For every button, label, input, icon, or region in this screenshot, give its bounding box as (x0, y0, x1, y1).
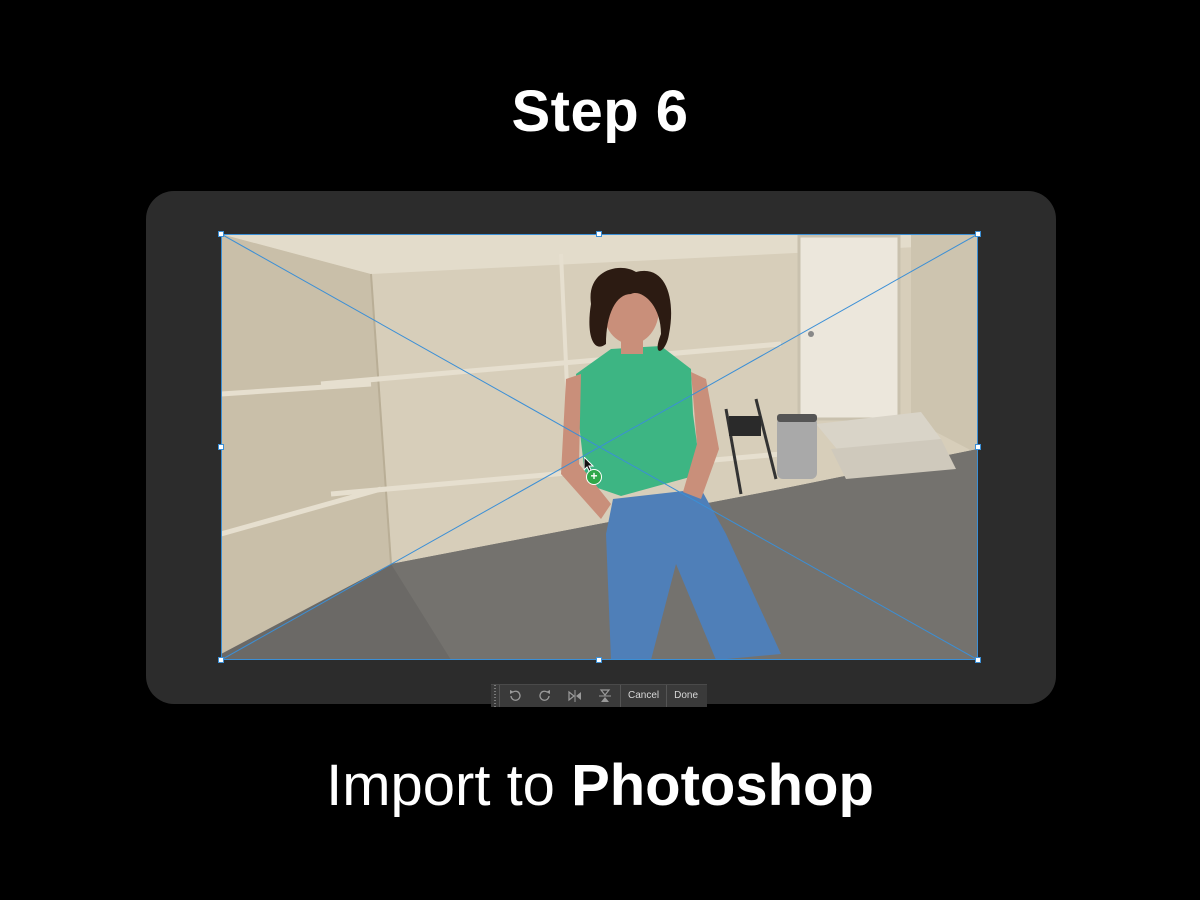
drag-grip-icon[interactable] (491, 685, 500, 707)
undo-icon[interactable] (500, 685, 530, 707)
placed-photo[interactable] (221, 234, 978, 660)
caption-emphasis: Photoshop (571, 753, 874, 818)
slide: Step 6 + Cancel Done Import to Photoshop (0, 0, 1200, 900)
done-button[interactable]: Done (667, 685, 705, 707)
caption-prefix: Import to (326, 753, 572, 818)
flip-horizontal-icon[interactable] (560, 685, 590, 707)
redo-icon[interactable] (530, 685, 560, 707)
cancel-button[interactable]: Cancel (621, 685, 666, 707)
photoshop-canvas[interactable]: + (146, 191, 1056, 704)
add-cursor-icon: + (586, 469, 602, 485)
contextual-task-bar: Cancel Done (491, 684, 707, 707)
caption: Import to Photoshop (0, 752, 1200, 819)
flip-vertical-icon[interactable] (590, 685, 620, 707)
photo-scene (221, 234, 978, 660)
step-title: Step 6 (511, 79, 689, 144)
